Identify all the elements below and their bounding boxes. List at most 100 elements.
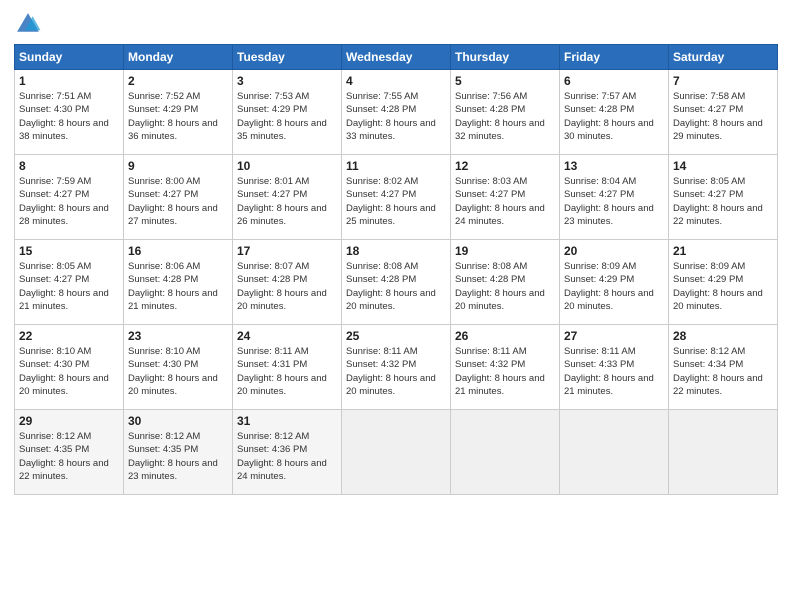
day-number: 29 (19, 414, 119, 428)
day-number: 16 (128, 244, 228, 258)
calendar-cell: 12Sunrise: 8:03 AMSunset: 4:27 PMDayligh… (451, 155, 560, 240)
day-number: 10 (237, 159, 337, 173)
day-header-wednesday: Wednesday (342, 45, 451, 70)
cell-content: Sunrise: 8:01 AMSunset: 4:27 PMDaylight:… (237, 175, 337, 228)
calendar-week-1: 1 Sunrise: 7:51 AMSunset: 4:30 PMDaylight… (15, 70, 778, 155)
day-header-tuesday: Tuesday (233, 45, 342, 70)
calendar-cell: 26 Sunrise: 8:11 AMSunset: 4:32 PMDayligh… (451, 325, 560, 410)
day-number: 31 (237, 414, 337, 428)
calendar-cell: 27 Sunrise: 8:11 AMSunset: 4:33 PMDayligh… (560, 325, 669, 410)
calendar-cell: 17 Sunrise: 8:07 AMSunset: 4:28 PMDayligh… (233, 240, 342, 325)
calendar-cell: 18 Sunrise: 8:08 AMSunset: 4:28 PMDayligh… (342, 240, 451, 325)
calendar-table: SundayMondayTuesdayWednesdayThursdayFrid… (14, 44, 778, 495)
cell-content: Sunrise: 7:52 AMSunset: 4:29 PMDaylight:… (128, 90, 228, 143)
calendar-cell: 11Sunrise: 8:02 AMSunset: 4:27 PMDayligh… (342, 155, 451, 240)
day-number: 22 (19, 329, 119, 343)
cell-content: Sunrise: 7:56 AMSunset: 4:28 PMDaylight:… (455, 90, 555, 143)
calendar-cell: 20 Sunrise: 8:09 AMSunset: 4:29 PMDayligh… (560, 240, 669, 325)
day-number: 21 (673, 244, 773, 258)
calendar-week-5: 29 Sunrise: 8:12 AMSunset: 4:35 PMDayligh… (15, 410, 778, 495)
day-header-sunday: Sunday (15, 45, 124, 70)
day-number: 19 (455, 244, 555, 258)
calendar-week-2: 8 Sunrise: 7:59 AMSunset: 4:27 PMDaylight… (15, 155, 778, 240)
calendar-cell: 23 Sunrise: 8:10 AMSunset: 4:30 PMDayligh… (124, 325, 233, 410)
calendar-cell: 5Sunrise: 7:56 AMSunset: 4:28 PMDaylight… (451, 70, 560, 155)
cell-content: Sunrise: 8:08 AMSunset: 4:28 PMDaylight:… (346, 260, 446, 313)
calendar-cell: 10 Sunrise: 8:01 AMSunset: 4:27 PMDayligh… (233, 155, 342, 240)
day-number: 4 (346, 74, 446, 88)
calendar-cell (342, 410, 451, 495)
cell-content: Sunrise: 8:11 AMSunset: 4:32 PMDaylight:… (346, 345, 446, 398)
day-number: 7 (673, 74, 773, 88)
cell-content: Sunrise: 8:10 AMSunset: 4:30 PMDaylight:… (19, 345, 119, 398)
day-number: 8 (19, 159, 119, 173)
calendar-cell: 25 Sunrise: 8:11 AMSunset: 4:32 PMDayligh… (342, 325, 451, 410)
calendar-cell: 2 Sunrise: 7:52 AMSunset: 4:29 PMDaylight… (124, 70, 233, 155)
cell-content: Sunrise: 8:12 AMSunset: 4:35 PMDaylight:… (128, 430, 228, 483)
header (14, 10, 778, 38)
cell-content: Sunrise: 8:09 AMSunset: 4:29 PMDaylight:… (673, 260, 773, 313)
cell-content: Sunrise: 8:02 AMSunset: 4:27 PMDaylight:… (346, 175, 446, 228)
calendar-week-4: 22 Sunrise: 8:10 AMSunset: 4:30 PMDayligh… (15, 325, 778, 410)
cell-content: Sunrise: 8:08 AMSunset: 4:28 PMDaylight:… (455, 260, 555, 313)
day-number: 13 (564, 159, 664, 173)
calendar-cell: 29 Sunrise: 8:12 AMSunset: 4:35 PMDayligh… (15, 410, 124, 495)
calendar-cell: 15 Sunrise: 8:05 AMSunset: 4:27 PMDayligh… (15, 240, 124, 325)
cell-content: Sunrise: 7:55 AMSunset: 4:28 PMDaylight:… (346, 90, 446, 143)
cell-content: Sunrise: 8:03 AMSunset: 4:27 PMDaylight:… (455, 175, 555, 228)
cell-content: Sunrise: 8:07 AMSunset: 4:28 PMDaylight:… (237, 260, 337, 313)
day-number: 3 (237, 74, 337, 88)
cell-content: Sunrise: 8:09 AMSunset: 4:29 PMDaylight:… (564, 260, 664, 313)
calendar-cell: 28Sunrise: 8:12 AMSunset: 4:34 PMDayligh… (669, 325, 778, 410)
cell-content: Sunrise: 7:58 AMSunset: 4:27 PMDaylight:… (673, 90, 773, 143)
day-number: 15 (19, 244, 119, 258)
calendar-cell: 13 Sunrise: 8:04 AMSunset: 4:27 PMDayligh… (560, 155, 669, 240)
day-number: 14 (673, 159, 773, 173)
day-number: 1 (19, 74, 119, 88)
calendar-cell (451, 410, 560, 495)
calendar-cell: 6 Sunrise: 7:57 AMSunset: 4:28 PMDaylight… (560, 70, 669, 155)
cell-content: Sunrise: 8:05 AMSunset: 4:27 PMDaylight:… (19, 260, 119, 313)
day-number: 26 (455, 329, 555, 343)
calendar-cell: 8 Sunrise: 7:59 AMSunset: 4:27 PMDaylight… (15, 155, 124, 240)
calendar-cell: 4 Sunrise: 7:55 AMSunset: 4:28 PMDaylight… (342, 70, 451, 155)
calendar-cell: 14Sunrise: 8:05 AMSunset: 4:27 PMDayligh… (669, 155, 778, 240)
cell-content: Sunrise: 7:59 AMSunset: 4:27 PMDaylight:… (19, 175, 119, 228)
cell-content: Sunrise: 8:06 AMSunset: 4:28 PMDaylight:… (128, 260, 228, 313)
calendar-cell: 3Sunrise: 7:53 AMSunset: 4:29 PMDaylight… (233, 70, 342, 155)
cell-content: Sunrise: 8:11 AMSunset: 4:31 PMDaylight:… (237, 345, 337, 398)
logo-icon (14, 10, 42, 38)
cell-content: Sunrise: 8:04 AMSunset: 4:27 PMDaylight:… (564, 175, 664, 228)
calendar-cell: 30 Sunrise: 8:12 AMSunset: 4:35 PMDayligh… (124, 410, 233, 495)
day-number: 17 (237, 244, 337, 258)
day-number: 25 (346, 329, 446, 343)
day-number: 6 (564, 74, 664, 88)
calendar-cell (669, 410, 778, 495)
day-header-thursday: Thursday (451, 45, 560, 70)
cell-content: Sunrise: 8:11 AMSunset: 4:32 PMDaylight:… (455, 345, 555, 398)
day-number: 18 (346, 244, 446, 258)
cell-content: Sunrise: 7:57 AMSunset: 4:28 PMDaylight:… (564, 90, 664, 143)
calendar-cell: 31 Sunrise: 8:12 AMSunset: 4:36 PMDayligh… (233, 410, 342, 495)
cell-content: Sunrise: 8:11 AMSunset: 4:33 PMDaylight:… (564, 345, 664, 398)
day-number: 30 (128, 414, 228, 428)
calendar-cell: 22 Sunrise: 8:10 AMSunset: 4:30 PMDayligh… (15, 325, 124, 410)
calendar-cell (560, 410, 669, 495)
calendar-cell: 9 Sunrise: 8:00 AMSunset: 4:27 PMDaylight… (124, 155, 233, 240)
cell-content: Sunrise: 8:10 AMSunset: 4:30 PMDaylight:… (128, 345, 228, 398)
calendar-cell: 7 Sunrise: 7:58 AMSunset: 4:27 PMDaylight… (669, 70, 778, 155)
cell-content: Sunrise: 7:51 AMSunset: 4:30 PMDaylight:… (19, 90, 119, 143)
calendar-cell: 19 Sunrise: 8:08 AMSunset: 4:28 PMDayligh… (451, 240, 560, 325)
day-number: 23 (128, 329, 228, 343)
day-header-saturday: Saturday (669, 45, 778, 70)
day-number: 9 (128, 159, 228, 173)
cell-content: Sunrise: 8:12 AMSunset: 4:36 PMDaylight:… (237, 430, 337, 483)
day-number: 2 (128, 74, 228, 88)
day-header-monday: Monday (124, 45, 233, 70)
cell-content: Sunrise: 8:12 AMSunset: 4:35 PMDaylight:… (19, 430, 119, 483)
day-header-friday: Friday (560, 45, 669, 70)
day-number: 27 (564, 329, 664, 343)
day-number: 20 (564, 244, 664, 258)
calendar-week-3: 15 Sunrise: 8:05 AMSunset: 4:27 PMDayligh… (15, 240, 778, 325)
cell-content: Sunrise: 8:00 AMSunset: 4:27 PMDaylight:… (128, 175, 228, 228)
